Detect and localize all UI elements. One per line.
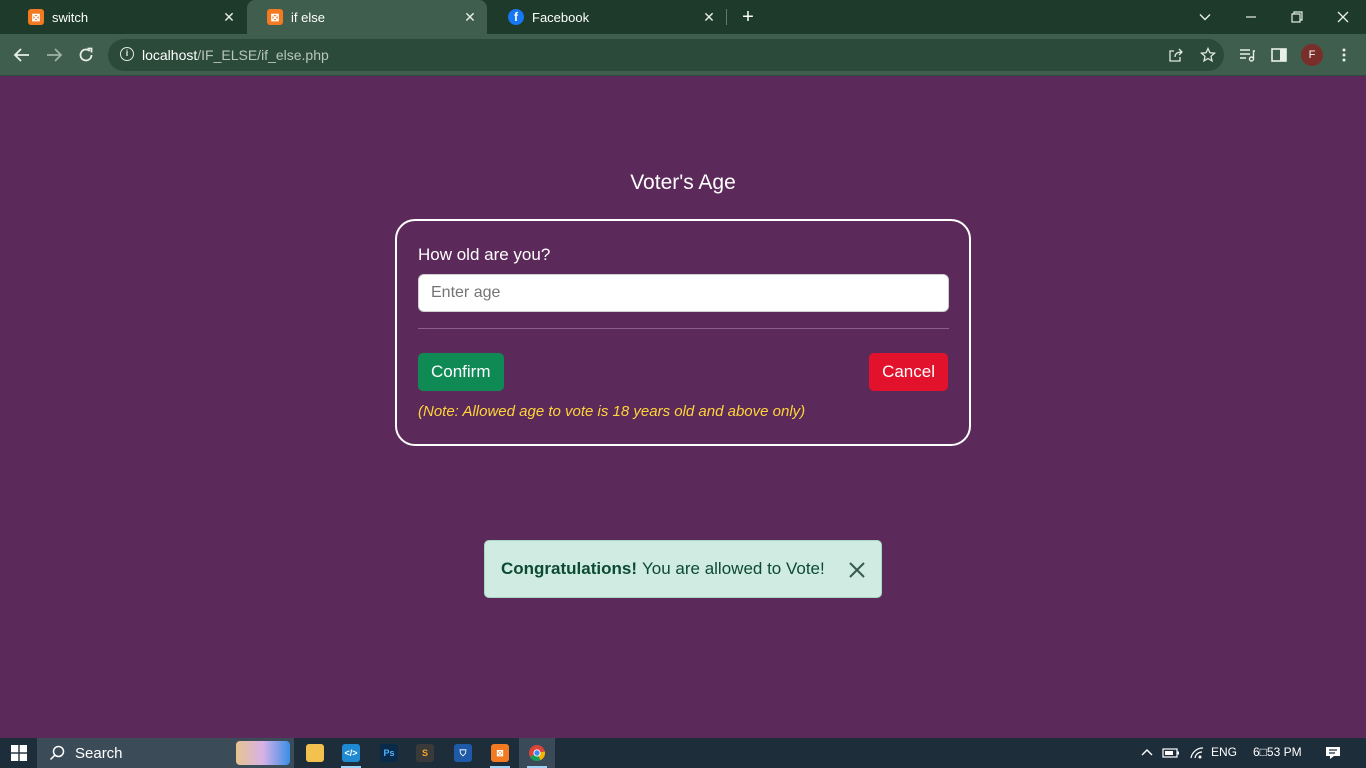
sublime-text-icon[interactable]: S (412, 738, 438, 768)
wifi-icon[interactable] (1186, 738, 1208, 768)
notifications-icon[interactable] (1322, 738, 1344, 768)
chrome-icon[interactable] (519, 738, 555, 768)
age-form-card: How old are you? Confirm Cancel (Note: A… (395, 219, 971, 446)
tab-title: if else (291, 9, 325, 25)
xampp-icon[interactable]: ⊠ (487, 738, 513, 768)
tab-search-chevron-icon[interactable] (1183, 0, 1227, 34)
windows-start-icon[interactable] (6, 738, 32, 768)
profile-avatar[interactable]: F (1301, 44, 1323, 66)
taskbar-search[interactable]: Search (37, 738, 294, 768)
bookmark-star-icon[interactable] (1199, 46, 1217, 64)
close-tab-icon[interactable]: ✕ (461, 8, 479, 26)
success-alert: Congratulations! You are allowed to Vote… (484, 540, 882, 598)
forward-icon[interactable] (42, 43, 66, 67)
tab-separator (726, 9, 727, 25)
divider (418, 328, 949, 329)
more-menu-icon[interactable] (1332, 43, 1356, 67)
address-bar[interactable]: i localhost/IF_ELSE/if_else.php (108, 39, 1224, 71)
tab-switch[interactable]: ⊠ switch ✕ (8, 0, 246, 34)
clock[interactable]: 6□53 PM (1253, 745, 1302, 759)
language-indicator[interactable]: ENG (1211, 745, 1237, 759)
new-tab-button[interactable]: + (737, 6, 759, 28)
close-tab-icon[interactable]: ✕ (700, 8, 718, 26)
share-icon[interactable] (1167, 46, 1185, 64)
battery-icon[interactable] (1160, 738, 1182, 768)
age-note: (Note: Allowed age to vote is 18 years o… (418, 403, 806, 420)
tab-if-else[interactable]: ⊠ if else ✕ (247, 0, 487, 34)
url-path: /IF_ELSE/if_else.php (197, 47, 329, 63)
xampp-icon: ⊠ (267, 9, 283, 25)
back-icon[interactable] (10, 43, 34, 67)
tab-strip: ⊠ switch ✕ ⊠ if else ✕ f Facebook ✕ + (0, 0, 1366, 34)
tab-facebook[interactable]: f Facebook ✕ (488, 0, 726, 34)
url-host: localhost (142, 47, 198, 63)
confirm-button[interactable]: Confirm (418, 353, 504, 391)
browser-toolbar: i localhost/IF_ELSE/if_else.php F (0, 34, 1366, 76)
alert-message: You are allowed to Vote! (642, 559, 825, 578)
photoshop-icon[interactable]: Ps (376, 738, 402, 768)
tab-title: switch (52, 9, 89, 25)
age-question-label: How old are you? (418, 245, 551, 264)
search-highlight-icon (236, 741, 290, 765)
vscode-icon[interactable]: </> (338, 738, 364, 768)
tab-title: Facebook (532, 9, 590, 25)
page-title: Voter's Age (630, 171, 736, 194)
reload-icon[interactable] (74, 43, 98, 67)
facebook-icon: f (508, 9, 524, 25)
restore-button[interactable] (1275, 0, 1319, 34)
close-window-button[interactable] (1321, 0, 1365, 34)
side-panel-icon[interactable] (1267, 43, 1291, 67)
xampp-icon: ⊠ (28, 9, 44, 25)
close-alert-icon[interactable] (847, 560, 867, 580)
taskbar: Search </> Ps S ⛉ ⊠ ENG 6□53 PM (0, 738, 1366, 768)
search-label: Search (75, 744, 123, 762)
show-hidden-icons-chevron-icon[interactable] (1138, 738, 1156, 768)
file-explorer-icon[interactable] (302, 738, 328, 768)
site-info-icon[interactable]: i (120, 47, 134, 61)
search-icon (49, 745, 65, 761)
url-text: localhost/IF_ELSE/if_else.php (142, 47, 329, 63)
age-input[interactable] (418, 274, 949, 312)
alert-strong-text: Congratulations! (501, 559, 637, 578)
media-controls-icon[interactable] (1235, 43, 1259, 67)
minimize-button[interactable] (1229, 0, 1273, 34)
cancel-button[interactable]: Cancel (869, 353, 948, 391)
close-tab-icon[interactable]: ✕ (220, 8, 238, 26)
vpn-shield-icon[interactable]: ⛉ (450, 738, 476, 768)
